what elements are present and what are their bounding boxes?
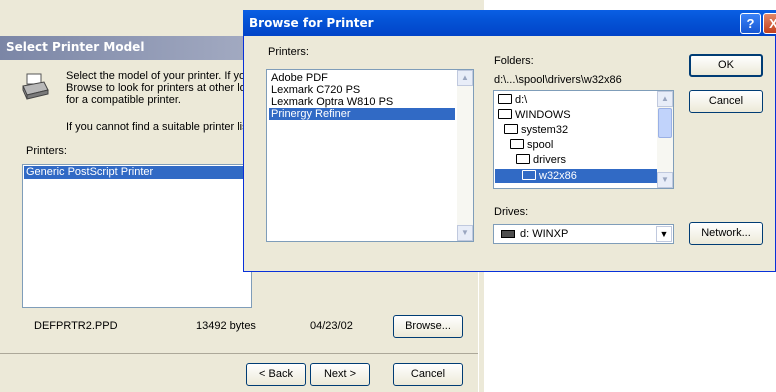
scroll-down-icon[interactable]: ▼ bbox=[657, 172, 673, 188]
folder-tree-scrollbar[interactable]: ▲ ▼ bbox=[657, 91, 673, 188]
printer-list-scrollbar[interactable]: ▲ ▼ bbox=[457, 70, 473, 241]
cancel-button-front[interactable]: Cancel bbox=[689, 90, 763, 113]
printer-model-list[interactable]: Generic PostScript Printer bbox=[22, 164, 252, 308]
folders-label: Folders: bbox=[494, 55, 534, 67]
ppd-file-date: 04/23/02 bbox=[310, 320, 353, 332]
folder-node-w32x86[interactable]: w32x86 bbox=[495, 169, 658, 183]
folder-open-icon bbox=[504, 124, 518, 134]
front-dialog-title: Browse for Printer bbox=[249, 16, 374, 30]
printer-item-lexmark-c720[interactable]: Lexmark C720 PS bbox=[269, 84, 455, 96]
folder-tree[interactable]: d:\ WINDOWS system32 spool drivers w32x8… bbox=[493, 90, 674, 189]
printer-list[interactable]: Adobe PDF Lexmark C720 PS Lexmark Optra … bbox=[266, 69, 474, 242]
folder-path: d:\...\spool\drivers\w32x86 bbox=[494, 74, 622, 86]
help-button[interactable]: ? bbox=[740, 13, 761, 34]
cancel-button[interactable]: Cancel bbox=[393, 363, 463, 386]
drives-select[interactable]: d: WINXP ▼ bbox=[493, 224, 674, 244]
folder-node-d[interactable]: d:\ bbox=[498, 93, 527, 107]
printer-icon bbox=[22, 73, 49, 100]
folder-open-icon bbox=[510, 139, 524, 149]
drive-icon bbox=[501, 230, 515, 238]
folder-open-icon bbox=[516, 154, 530, 164]
scroll-up-icon[interactable]: ▲ bbox=[657, 91, 673, 107]
printers-label-front: Printers: bbox=[268, 46, 309, 58]
folder-open-icon bbox=[498, 94, 512, 104]
scroll-down-icon[interactable]: ▼ bbox=[457, 225, 473, 241]
network-button[interactable]: Network... bbox=[689, 222, 763, 245]
folder-node-drivers[interactable]: drivers bbox=[516, 153, 566, 167]
model-description: Select the model of your printer. If you… bbox=[66, 70, 251, 106]
back-dialog-title: Select Printer Model bbox=[6, 40, 145, 54]
close-button[interactable]: X bbox=[763, 13, 776, 34]
printer-item-lexmark-optra[interactable]: Lexmark Optra W810 PS bbox=[269, 96, 455, 108]
next-button[interactable]: Next > bbox=[310, 363, 370, 386]
chevron-down-icon[interactable]: ▼ bbox=[656, 226, 672, 242]
ok-button[interactable]: OK bbox=[689, 54, 763, 77]
printers-label: Printers: bbox=[26, 145, 67, 157]
drive-value: d: WINXP bbox=[520, 228, 569, 240]
ppd-file-name: DEFPRTR2.PPD bbox=[34, 320, 118, 332]
ppd-file-size: 13492 bytes bbox=[196, 320, 256, 332]
folder-node-spool[interactable]: spool bbox=[510, 138, 553, 152]
back-button[interactable]: < Back bbox=[246, 363, 306, 386]
list-item[interactable]: Generic PostScript Printer bbox=[24, 166, 250, 179]
printer-item-prinergy-refiner[interactable]: Prinergy Refiner bbox=[269, 108, 455, 120]
divider bbox=[0, 353, 478, 354]
printer-item-adobe-pdf[interactable]: Adobe PDF bbox=[269, 72, 455, 84]
drives-label: Drives: bbox=[494, 206, 529, 218]
scroll-up-icon[interactable]: ▲ bbox=[457, 70, 473, 86]
browse-button[interactable]: Browse... bbox=[393, 315, 463, 338]
folder-open-icon bbox=[498, 109, 512, 119]
folder-node-system32[interactable]: system32 bbox=[504, 123, 568, 137]
folder-open-icon bbox=[522, 170, 536, 180]
model-note: If you cannot find a suitable printer li… bbox=[66, 121, 251, 133]
scroll-thumb[interactable] bbox=[658, 108, 672, 138]
folder-node-windows[interactable]: WINDOWS bbox=[498, 108, 571, 122]
